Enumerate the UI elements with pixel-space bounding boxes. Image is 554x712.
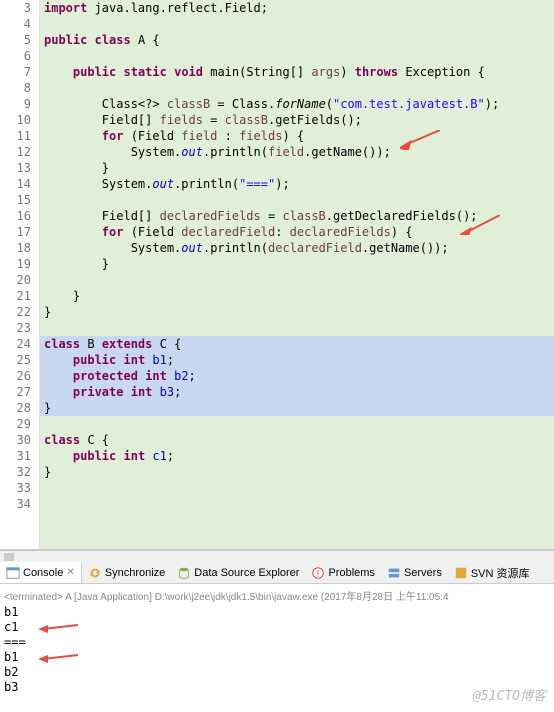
svn-icon	[454, 566, 468, 580]
datasource-icon	[177, 566, 191, 580]
servers-icon	[387, 566, 401, 580]
sync-icon	[88, 566, 102, 580]
annotation-arrow-2	[460, 215, 500, 235]
watermark: @51CTO博客	[473, 685, 546, 704]
tab-label: Synchronize	[105, 567, 166, 579]
tab-console[interactable]: Console ✕	[0, 562, 82, 583]
horizontal-scrollbar[interactable]	[0, 550, 554, 562]
console-header: <terminated> A [Java Application] D:\wor…	[4, 588, 550, 603]
console-output[interactable]: b1c1===b1b2b3	[4, 605, 550, 695]
line-gutter: 3456789101112131415161718192021222324252…	[0, 0, 40, 549]
console-icon	[6, 566, 20, 580]
problems-icon: !	[311, 566, 325, 580]
annotation-arrow-1	[400, 130, 440, 150]
tab-label: Console	[23, 567, 63, 579]
tab-synchronize[interactable]: Synchronize	[82, 562, 172, 583]
tab-data-source[interactable]: Data Source Explorer	[171, 562, 305, 583]
tab-label: Servers	[404, 567, 442, 579]
tab-label: SVN 资源库	[471, 565, 530, 581]
code-area[interactable]: import java.lang.reflect.Field;public cl…	[40, 0, 554, 549]
console-panel: <terminated> A [Java Application] D:\wor…	[0, 584, 554, 699]
tab-servers[interactable]: Servers	[381, 562, 448, 583]
panel-tabs: Console ✕ Synchronize Data Source Explor…	[0, 562, 554, 584]
tab-problems[interactable]: ! Problems	[305, 562, 380, 583]
tab-label: Problems	[328, 567, 374, 579]
code-editor[interactable]: 3456789101112131415161718192021222324252…	[0, 0, 554, 550]
tab-label: Data Source Explorer	[194, 567, 299, 579]
tab-svn[interactable]: SVN 资源库	[448, 562, 536, 583]
close-icon[interactable]: ✕	[66, 567, 74, 578]
svg-text:!: !	[317, 568, 319, 578]
